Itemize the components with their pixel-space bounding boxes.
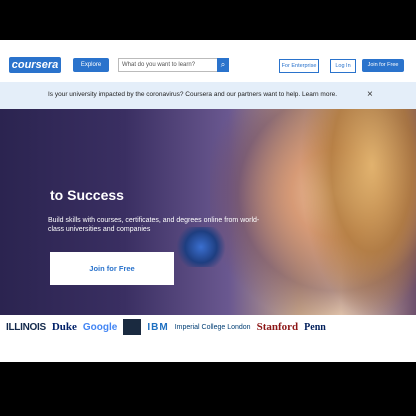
stanford-logo[interactable]: Stanford <box>257 321 299 333</box>
google-logo[interactable]: Google <box>83 322 117 333</box>
top-nav: coursera Explore What do you want to lea… <box>0 53 416 79</box>
partner-logo-row: ILLINOIS Duke Google IBM Imperial Colleg… <box>6 319 326 335</box>
illinois-logo[interactable]: ILLINOIS <box>6 322 46 333</box>
hero-section: to Success Build skills with courses, ce… <box>0 109 416 319</box>
ibm-logo[interactable]: IBM <box>147 322 168 333</box>
close-icon[interactable]: × <box>367 89 373 100</box>
university-crest-icon[interactable] <box>123 319 142 335</box>
hero-image-hair <box>300 109 416 319</box>
search-input[interactable]: What do you want to learn? <box>118 58 219 72</box>
page: coursera Explore What do you want to lea… <box>0 40 416 362</box>
login-button[interactable]: Log In <box>330 59 356 73</box>
partner-logos: ILLINOIS Duke Google IBM Imperial Colleg… <box>0 315 416 362</box>
covid-banner: Is your university impacted by the coron… <box>0 82 416 109</box>
hero-heading: to Success <box>50 187 124 203</box>
coursera-logo[interactable]: coursera <box>9 57 61 73</box>
join-free-button[interactable]: Join for Free <box>362 59 404 72</box>
penn-logo[interactable]: Penn <box>304 322 326 333</box>
for-enterprise-button[interactable]: For Enterprise <box>279 59 319 73</box>
hero-subtitle: Build skills with courses, certificates,… <box>48 217 260 233</box>
hero-join-button[interactable]: Join for Free <box>50 252 174 285</box>
imperial-college-logo[interactable]: Imperial College London <box>175 324 251 331</box>
duke-logo[interactable]: Duke <box>52 321 77 333</box>
search-icon[interactable]: ⌕ <box>217 58 229 72</box>
banner-text: Is your university impacted by the coron… <box>48 91 338 98</box>
explore-button[interactable]: Explore <box>73 58 109 72</box>
